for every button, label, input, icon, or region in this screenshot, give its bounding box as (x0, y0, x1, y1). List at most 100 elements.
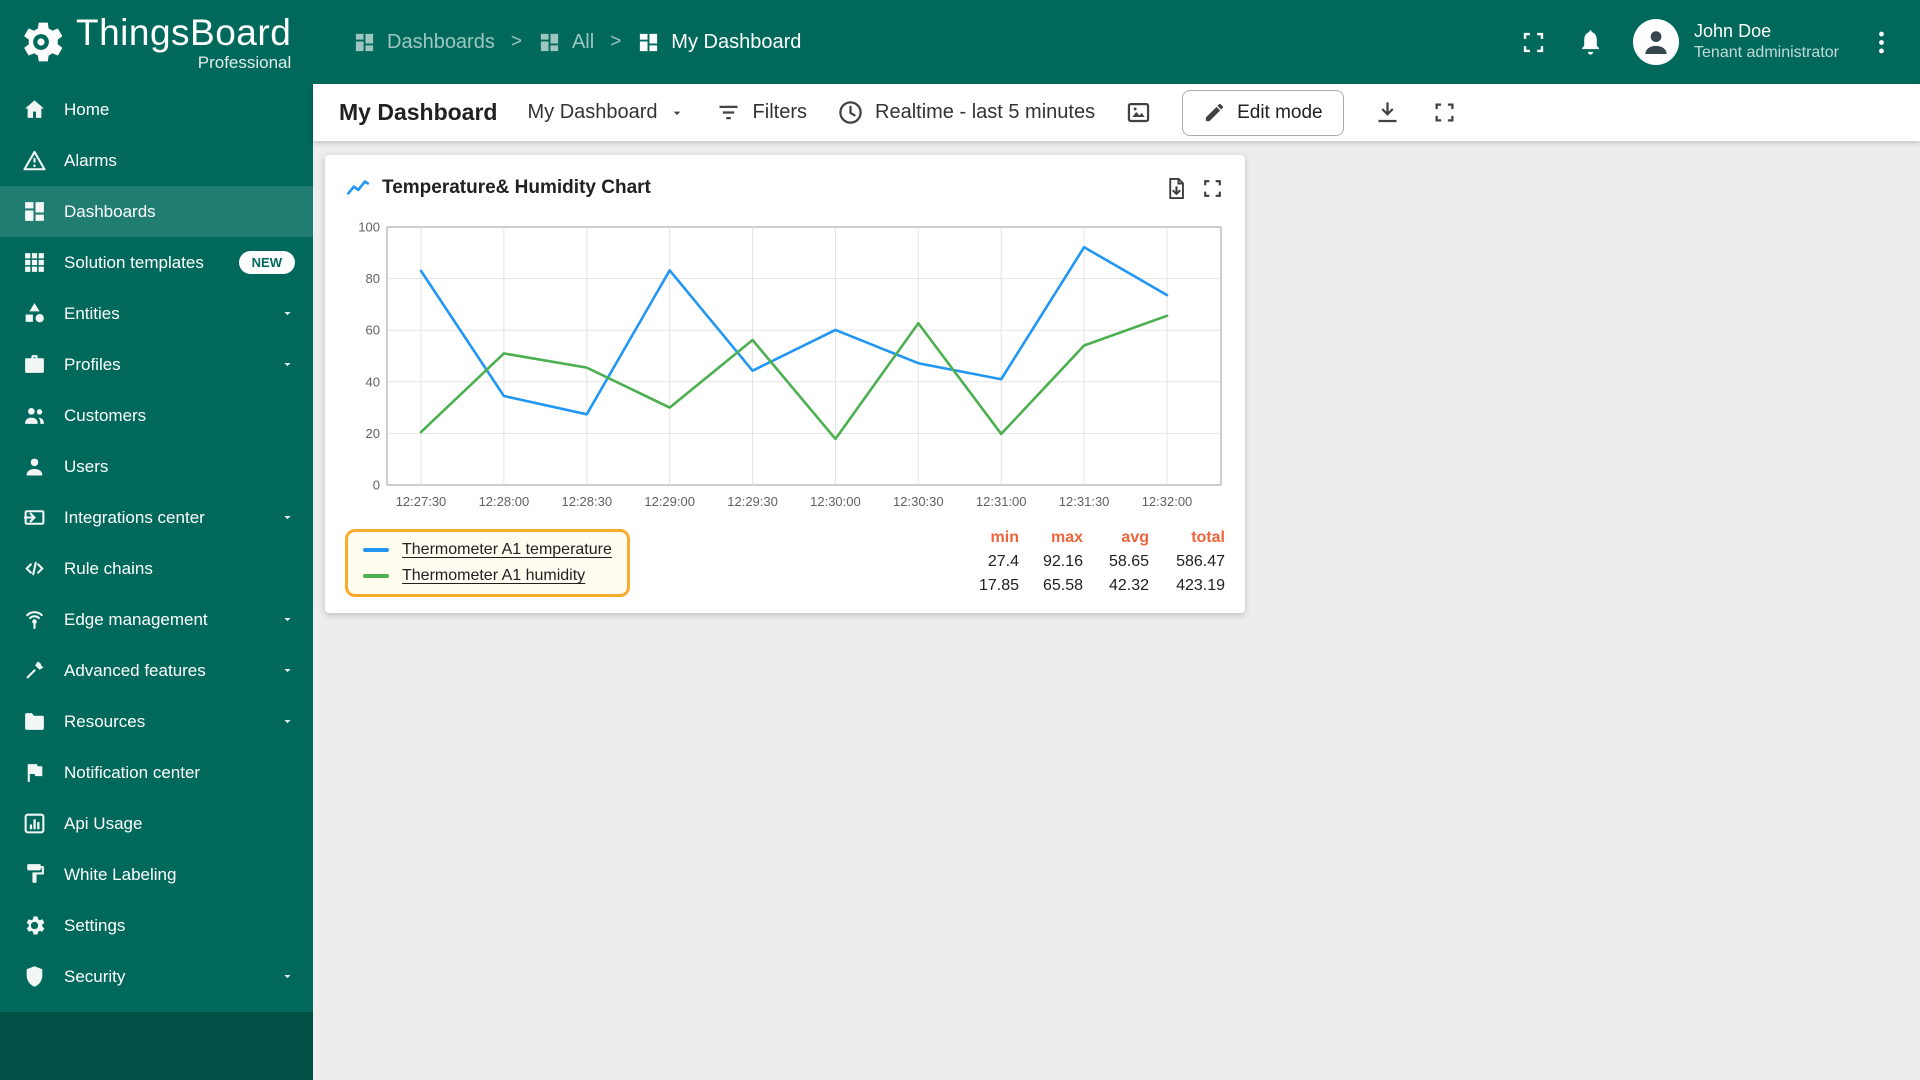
toolbar-fullscreen-icon[interactable] (1431, 99, 1458, 126)
sidebar-item-rule-chains[interactable]: Rule chains (0, 543, 313, 594)
breadcrumb-separator: > (610, 31, 622, 52)
app-edition: Professional (197, 52, 292, 72)
thingsboard-logo-icon (14, 15, 68, 69)
sidebar-item-label: Rule chains (64, 558, 153, 578)
breadcrumb-label: Dashboards (387, 30, 495, 53)
edit-mode-button[interactable]: Edit mode (1182, 89, 1344, 136)
filter-icon (715, 99, 742, 126)
sidebar-item-users[interactable]: Users (0, 441, 313, 492)
clock-icon (837, 99, 864, 126)
svg-text:12:28:30: 12:28:30 (561, 494, 612, 509)
widget-footer: Thermometer A1 temperature Thermometer A… (345, 525, 1225, 597)
gear-icon (22, 913, 47, 938)
sidebar-item-notification-center[interactable]: Notification center (0, 747, 313, 798)
sidebar-item-label: Api Usage (64, 813, 143, 833)
svg-text:12:31:30: 12:31:30 (1059, 494, 1110, 509)
image-icon[interactable] (1125, 99, 1152, 126)
sidebar-item-label: Entities (64, 303, 120, 323)
svg-text:12:29:00: 12:29:00 (644, 494, 695, 509)
dashboards-icon (538, 31, 561, 54)
dashboard-state-selector[interactable]: My Dashboard (527, 101, 684, 124)
svg-text:40: 40 (366, 374, 380, 389)
breadcrumb-dashboards[interactable]: Dashboards (353, 31, 495, 54)
sidebar-item-profiles[interactable]: Profiles (0, 339, 313, 390)
dashboards-icon (637, 31, 660, 54)
app-logo[interactable]: ThingsBoard Professional (0, 0, 313, 84)
stats-header-avg: avg (1121, 529, 1149, 546)
sidebar-item-label: Integrations center (64, 507, 205, 527)
stats-value: 423.19 (1176, 577, 1225, 594)
chevron-down-icon (280, 612, 295, 627)
timeseries-icon (345, 175, 371, 201)
svg-text:0: 0 (373, 478, 380, 493)
filters-label: Filters (752, 101, 807, 123)
briefcase-icon (22, 352, 47, 377)
top-header: Dashboards > All > My Dashboard John Doe… (313, 0, 1920, 84)
sidebar-item-advanced-features[interactable]: Advanced features (0, 645, 313, 696)
svg-text:12:27:30: 12:27:30 (396, 494, 447, 509)
new-badge: NEW (238, 251, 295, 274)
paint-icon (22, 862, 47, 887)
sidebar-item-dashboards[interactable]: Dashboards (0, 186, 313, 237)
sidebar-item-api-usage[interactable]: Api Usage (0, 798, 313, 849)
app-name: ThingsBoard (76, 11, 292, 53)
sidebar-item-label: Solution templates (64, 252, 204, 272)
sidebar-item-entities[interactable]: Entities (0, 288, 313, 339)
sidebar-item-alarms[interactable]: Alarms (0, 135, 313, 186)
sidebar-item-settings[interactable]: Settings (0, 900, 313, 951)
entities-icon (22, 301, 47, 326)
series-key-green (363, 574, 389, 578)
sidebar-item-label: Notification center (64, 762, 201, 782)
sidebar-item-home[interactable]: Home (0, 84, 313, 135)
legend-item-humidity[interactable]: Thermometer A1 humidity (363, 567, 612, 585)
breadcrumb-my-dashboard: My Dashboard (637, 31, 801, 54)
input-icon (22, 505, 47, 530)
fullscreen-icon[interactable] (1519, 28, 1548, 57)
person-icon (22, 454, 47, 479)
sidebar-item-solution-templates[interactable]: Solution templates NEW (0, 237, 313, 288)
sidebar-item-edge-management[interactable]: Edge management (0, 594, 313, 645)
kebab-menu-icon[interactable] (1867, 28, 1896, 57)
sidebar-item-label: Security (64, 966, 126, 986)
timewindow-button[interactable]: Realtime - last 5 minutes (837, 99, 1095, 126)
user-menu[interactable]: John Doe Tenant administrator (1633, 19, 1839, 65)
widget-header: Temperature& Humidity Chart (345, 169, 1225, 207)
sidebar-item-resources[interactable]: Resources (0, 696, 313, 747)
breadcrumb-all[interactable]: All (538, 31, 594, 54)
sidebar-item-label: Settings (64, 915, 126, 935)
svg-text:12:30:30: 12:30:30 (893, 494, 944, 509)
chevron-down-icon (280, 969, 295, 984)
export-icon[interactable] (1164, 176, 1189, 201)
dashboards-icon (353, 31, 376, 54)
sidebar-item-label: Advanced features (64, 660, 206, 680)
warning-icon (22, 148, 47, 173)
svg-text:12:31:00: 12:31:00 (976, 494, 1027, 509)
svg-text:100: 100 (358, 221, 380, 235)
widget-title: Temperature& Humidity Chart (382, 177, 651, 198)
sidebar-item-label: Dashboards (64, 201, 156, 221)
legend-highlight-box: Thermometer A1 temperature Thermometer A… (345, 529, 630, 597)
legend-item-temperature[interactable]: Thermometer A1 temperature (363, 541, 612, 559)
svg-text:12:30:00: 12:30:00 (810, 494, 861, 509)
sidebar-item-security[interactable]: Security (0, 951, 313, 1002)
svg-text:12:32:00: 12:32:00 (1142, 494, 1193, 509)
timewindow-label: Realtime - last 5 minutes (875, 101, 1096, 123)
sidebar-item-white-labeling[interactable]: White Labeling (0, 849, 313, 900)
chart-box-icon (22, 811, 47, 836)
widget-fullscreen-icon[interactable] (1200, 176, 1225, 201)
stats-value: 17.85 (978, 577, 1019, 594)
edit-mode-label: Edit mode (1237, 101, 1323, 123)
legend-label: Thermometer A1 temperature (402, 541, 612, 558)
sidebar-item-integrations-center[interactable]: Integrations center (0, 492, 313, 543)
sidebar-nav: Home Alarms Dashboards Solution template… (0, 84, 313, 1002)
stats-value: 92.16 (1042, 553, 1083, 570)
download-icon[interactable] (1374, 99, 1401, 126)
folder-icon (22, 709, 47, 734)
filters-button[interactable]: Filters (715, 99, 807, 126)
stats-header-max: max (1050, 529, 1083, 546)
sidebar-item-label: Profiles (64, 354, 121, 374)
sidebar-item-customers[interactable]: Customers (0, 390, 313, 441)
notifications-bell-icon[interactable] (1576, 28, 1605, 57)
legend-label: Thermometer A1 humidity (402, 567, 586, 584)
user-role: Tenant administrator (1694, 44, 1839, 62)
